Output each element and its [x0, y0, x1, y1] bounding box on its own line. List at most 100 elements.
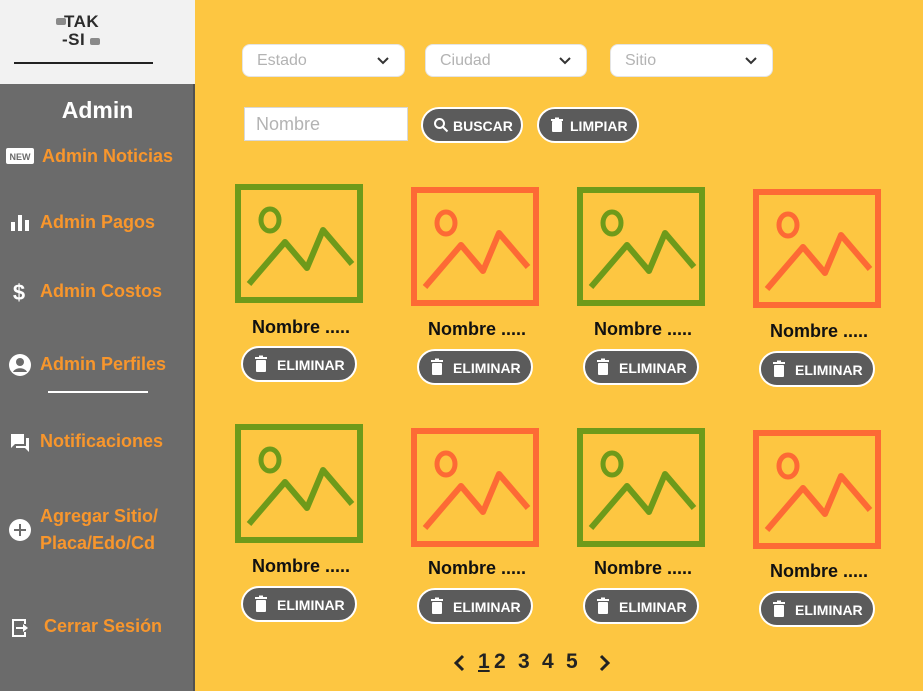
- image-placeholder-icon: [411, 428, 539, 547]
- result-card[interactable]: Nombre ..... ELIMINAR: [753, 430, 893, 640]
- delete-button-label: ELIMINAR: [277, 597, 345, 613]
- ciudad-select[interactable]: Ciudad: [425, 44, 587, 77]
- select-value: Estado: [257, 52, 307, 69]
- trash-icon: [551, 117, 563, 132]
- logo-divider: [14, 62, 153, 64]
- sidebar-item-admin-perfiles[interactable]: Admin Perfiles: [0, 351, 195, 379]
- result-card[interactable]: Nombre ..... ELIMINAR: [235, 424, 375, 634]
- image-placeholder-icon: [411, 187, 539, 306]
- delete-button[interactable]: ELIMINAR: [417, 588, 533, 624]
- page-4[interactable]: 4: [542, 650, 554, 674]
- sidebar-item-cerrar-sesion[interactable]: Cerrar Sesión: [0, 613, 195, 641]
- trash-icon: [255, 595, 267, 612]
- card-name: Nombre .....: [251, 556, 350, 576]
- delete-button[interactable]: ELIMINAR: [759, 591, 875, 627]
- select-value: Ciudad: [440, 52, 491, 69]
- sidebar-divider: [48, 391, 148, 393]
- image-placeholder-icon: [753, 189, 881, 308]
- page-3[interactable]: 3: [518, 650, 530, 674]
- search-button[interactable]: BUSCAR: [421, 107, 523, 143]
- logo-area: TAK -SI: [0, 0, 195, 84]
- trash-icon: [431, 358, 443, 375]
- sidebar-item-label-line2: Placa/Edo/Cd: [40, 533, 156, 553]
- car-icon: [90, 38, 100, 45]
- sidebar-item-label: Admin Noticias: [42, 146, 174, 166]
- trash-icon: [255, 355, 267, 372]
- trash-icon: [597, 358, 609, 375]
- result-card[interactable]: Nombre ..... ELIMINAR: [753, 189, 893, 399]
- delete-button[interactable]: ELIMINAR: [583, 349, 699, 385]
- delete-button[interactable]: ELIMINAR: [241, 586, 357, 622]
- logo-line2: -SI: [62, 30, 86, 49]
- dollar-icon: $: [13, 280, 25, 304]
- trash-icon: [773, 360, 785, 377]
- chevron-down-icon: [559, 57, 571, 65]
- card-name: Nombre .....: [769, 561, 868, 581]
- sidebar-item-admin-pagos[interactable]: Admin Pagos: [0, 209, 195, 237]
- sidebar-item-label: Admin Costos: [40, 281, 163, 301]
- sidebar-item-agregar-sitio[interactable]: Agregar Sitio/ Placa/Edo/Cd: [0, 503, 195, 559]
- delete-button-label: ELIMINAR: [619, 360, 687, 376]
- card-name: Nombre .....: [427, 319, 526, 339]
- result-card[interactable]: Nombre ..... ELIMINAR: [577, 428, 717, 638]
- page-2[interactable]: 2: [494, 650, 506, 674]
- image-placeholder-icon: [577, 187, 705, 306]
- card-name: Nombre .....: [769, 321, 868, 341]
- page-5[interactable]: 5: [566, 650, 578, 674]
- delete-button-label: ELIMINAR: [453, 599, 521, 615]
- sidebar-item-label: Notificaciones: [40, 431, 164, 451]
- chat-bubble-icon: [11, 434, 29, 452]
- result-card[interactable]: Nombre ..... ELIMINAR: [235, 184, 375, 394]
- delete-button[interactable]: ELIMINAR: [759, 351, 875, 387]
- sidebar-item-admin-noticias[interactable]: NEW Admin Noticias: [0, 143, 195, 171]
- chevron-left-icon[interactable]: [452, 654, 466, 672]
- image-placeholder-icon: [577, 428, 705, 547]
- sidebar-item-admin-costos[interactable]: $ Admin Costos: [0, 278, 195, 306]
- trash-icon: [431, 597, 443, 614]
- account-circle-icon: [9, 354, 31, 376]
- select-value: Sitio: [625, 52, 657, 69]
- result-card[interactable]: Nombre ..... ELIMINAR: [411, 428, 551, 638]
- chevron-right-icon[interactable]: [598, 654, 612, 672]
- logo-line1: TAK: [64, 12, 100, 31]
- sitio-select[interactable]: Sitio: [610, 44, 773, 77]
- trash-icon: [597, 597, 609, 614]
- sidebar-item-label: Admin Pagos: [40, 212, 156, 232]
- delete-button[interactable]: ELIMINAR: [583, 588, 699, 624]
- svg-text:$: $: [13, 280, 25, 304]
- name-search-input[interactable]: [244, 107, 408, 141]
- bar-chart-icon: [11, 215, 29, 231]
- delete-button-label: ELIMINAR: [619, 599, 687, 615]
- sidebar-item-label: Agregar Sitio/: [40, 506, 159, 526]
- taksi-logo[interactable]: TAK -SI: [52, 12, 112, 56]
- image-placeholder-icon: [235, 424, 363, 543]
- search-button-label: BUSCAR: [453, 118, 513, 134]
- card-name: Nombre .....: [593, 319, 692, 339]
- sidebar-item-label: Cerrar Sesión: [44, 616, 163, 636]
- estado-select[interactable]: Estado: [242, 44, 405, 77]
- svg-text:NEW: NEW: [10, 152, 32, 162]
- pagination: 1 2 3 4 5: [450, 650, 620, 680]
- chevron-down-icon: [377, 57, 389, 65]
- delete-button-label: ELIMINAR: [453, 360, 521, 376]
- delete-button[interactable]: ELIMINAR: [241, 346, 357, 382]
- sidebar-title: Admin: [61, 97, 134, 123]
- delete-button-label: ELIMINAR: [277, 357, 345, 373]
- search-icon: [434, 118, 449, 133]
- logout-icon: [12, 619, 28, 637]
- card-name: Nombre .....: [427, 558, 526, 578]
- sidebar: TAK -SI Admin NEW Admin Noticias Admin P…: [0, 0, 195, 691]
- result-card[interactable]: Nombre ..... ELIMINAR: [411, 187, 551, 397]
- image-placeholder-icon: [753, 430, 881, 549]
- delete-button-label: ELIMINAR: [795, 602, 863, 618]
- delete-button[interactable]: ELIMINAR: [417, 349, 533, 385]
- new-badge-icon: NEW: [6, 148, 34, 164]
- chevron-down-icon: [745, 57, 757, 65]
- page-1[interactable]: 1: [478, 650, 490, 674]
- image-placeholder-icon: [235, 184, 363, 303]
- card-name: Nombre .....: [251, 317, 350, 337]
- result-card[interactable]: Nombre ..... ELIMINAR: [577, 187, 717, 397]
- sidebar-item-notificaciones[interactable]: Notificaciones: [0, 428, 195, 456]
- trash-icon: [773, 600, 785, 617]
- clear-button[interactable]: LIMPIAR: [537, 107, 639, 143]
